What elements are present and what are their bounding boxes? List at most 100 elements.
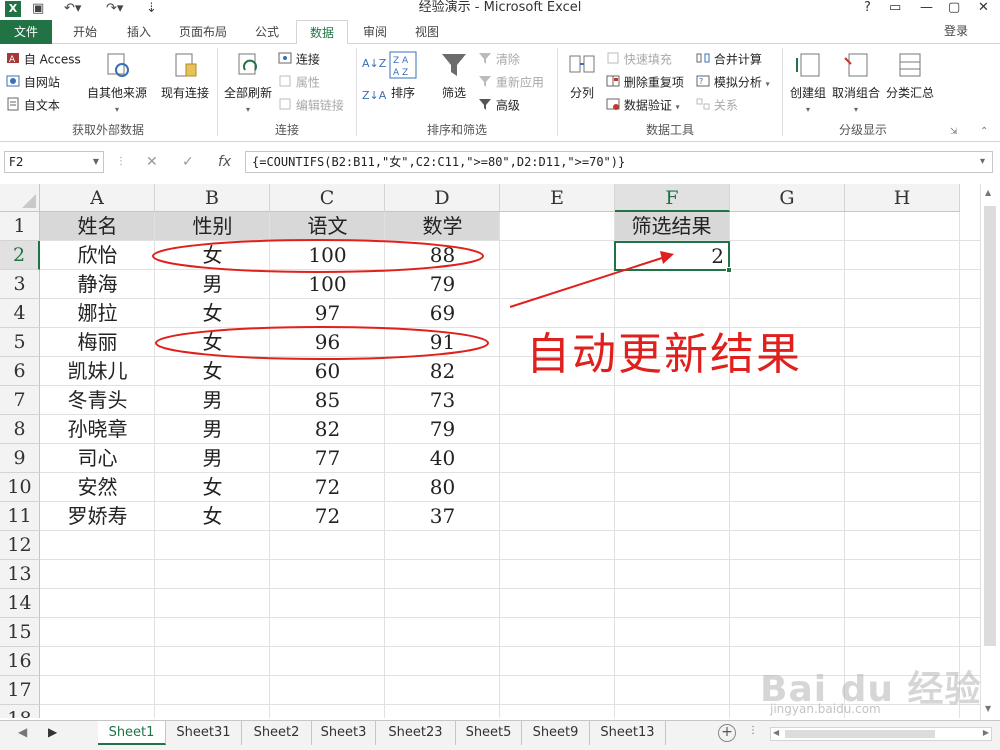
from-text-button[interactable]: 自文本 (6, 97, 60, 115)
active-cell-f2[interactable]: 2 (614, 241, 730, 271)
cell-b10[interactable]: 女 (155, 473, 270, 502)
from-access-button[interactable]: A 自 Access (6, 51, 81, 69)
help-icon[interactable]: ? (864, 0, 871, 16)
cell-b8[interactable]: 男 (155, 415, 270, 444)
formula-input[interactable]: {=COUNTIFS(B2:B11,"女",C2:C11,">=80",D2:D… (245, 151, 993, 173)
column-header-a[interactable]: A (40, 184, 155, 212)
cell-d6[interactable]: 82 (385, 357, 500, 386)
tab-page-layout[interactable]: 页面布局 (168, 20, 238, 44)
outline-settings-icon[interactable]: ⇲ (950, 124, 958, 140)
vertical-scrollbar[interactable]: ▲ ▼ (980, 184, 998, 720)
row-header-18[interactable]: 18 (0, 705, 40, 718)
column-header-f[interactable]: F (615, 184, 730, 212)
column-header-e[interactable]: E (500, 184, 615, 212)
row-header-17[interactable]: 17 (0, 676, 40, 705)
scroll-down-icon[interactable]: ▼ (985, 704, 991, 713)
horizontal-scrollbar[interactable]: ◀ ▶ (770, 727, 992, 741)
cell-a10[interactable]: 安然 (40, 473, 155, 502)
what-if-analysis-button[interactable]: ? 模拟分析 ▾ (696, 74, 770, 93)
cell-c2[interactable]: 100 (270, 241, 385, 270)
scroll-left-icon[interactable]: ◀ (773, 728, 779, 737)
cell-d4[interactable]: 69 (385, 299, 500, 328)
cell-d5[interactable]: 91 (385, 328, 500, 357)
row-header-4[interactable]: 4 (0, 299, 40, 328)
cell-a5[interactable]: 梅丽 (40, 328, 155, 357)
cell-a4[interactable]: 娜拉 (40, 299, 155, 328)
row-header-2[interactable]: 2 (0, 241, 40, 270)
tab-file[interactable]: 文件 (0, 20, 52, 44)
column-header-b[interactable]: B (155, 184, 270, 212)
row-header-14[interactable]: 14 (0, 589, 40, 618)
from-web-button[interactable]: 自网站 (6, 74, 60, 92)
column-header-c[interactable]: C (270, 184, 385, 212)
cell-a8[interactable]: 孙晓章 (40, 415, 155, 444)
cell-c6[interactable]: 60 (270, 357, 385, 386)
cell-b4[interactable]: 女 (155, 299, 270, 328)
row-header-10[interactable]: 10 (0, 473, 40, 502)
cell-c1[interactable]: 语文 (270, 212, 385, 241)
sheet-tab-sheet13[interactable]: Sheet13 (590, 721, 666, 745)
cell-b5[interactable]: 女 (155, 328, 270, 357)
reapply-button[interactable]: 重新应用 (478, 74, 544, 92)
sheet-tab-sheet9[interactable]: Sheet9 (522, 721, 590, 745)
cell-c9[interactable]: 77 (270, 444, 385, 473)
cell-c4[interactable]: 97 (270, 299, 385, 328)
column-header-d[interactable]: D (385, 184, 500, 212)
cell-d2[interactable]: 88 (385, 241, 500, 270)
row-header-11[interactable]: 11 (0, 502, 40, 531)
cell-a3[interactable]: 静海 (40, 270, 155, 299)
name-box[interactable]: F2 ▼ (4, 151, 104, 173)
cell-b2[interactable]: 女 (155, 241, 270, 270)
row-header-3[interactable]: 3 (0, 270, 40, 299)
row-header-9[interactable]: 9 (0, 444, 40, 473)
cell-c3[interactable]: 100 (270, 270, 385, 299)
cell-a11[interactable]: 罗娇寿 (40, 502, 155, 531)
cell-b6[interactable]: 女 (155, 357, 270, 386)
sheet-tab-sheet3[interactable]: Sheet3 (312, 721, 376, 745)
from-other-sources-button[interactable]: 自其他来源 ▾ (86, 50, 148, 115)
existing-connections-button[interactable]: 现有连接 (158, 50, 212, 101)
cell-b11[interactable]: 女 (155, 502, 270, 531)
cell-c10[interactable]: 72 (270, 473, 385, 502)
tab-insert[interactable]: 插入 (114, 20, 164, 44)
sheet-tab-sheet1[interactable]: Sheet1 (98, 721, 166, 745)
cancel-icon[interactable]: ✕ (146, 151, 158, 173)
scroll-up-icon[interactable]: ▲ (985, 188, 991, 197)
row-header-13[interactable]: 13 (0, 560, 40, 589)
data-validation-button[interactable]: 数据验证 ▾ (606, 97, 680, 116)
tab-home[interactable]: 开始 (60, 20, 110, 44)
new-sheet-button[interactable]: + (718, 724, 736, 742)
tab-split-icon[interactable]: ⋮ (748, 725, 758, 736)
edit-links-button[interactable]: 编辑链接 (278, 97, 344, 115)
ribbon-display-icon[interactable]: ▭ (889, 0, 901, 16)
cell-b9[interactable]: 男 (155, 444, 270, 473)
consolidate-button[interactable]: 合并计算 (696, 51, 762, 69)
collapse-ribbon-icon[interactable]: ⌃ (980, 124, 988, 140)
subtotal-button[interactable]: 分类汇总 (884, 50, 936, 101)
cell-d8[interactable]: 79 (385, 415, 500, 444)
column-header-h[interactable]: H (845, 184, 960, 212)
remove-duplicates-button[interactable]: 删除重复项 (606, 74, 684, 92)
worksheet-grid[interactable]: ABCDEFGH 123456789101112131415161718 姓名性… (0, 184, 995, 718)
cell-a9[interactable]: 司心 (40, 444, 155, 473)
cell-a7[interactable]: 冬青头 (40, 386, 155, 415)
advanced-filter-button[interactable]: 高级 (478, 97, 520, 115)
scroll-right-icon[interactable]: ▶ (983, 728, 989, 737)
sheet-prev-icon[interactable]: ◀ (18, 725, 27, 739)
cell-d11[interactable]: 37 (385, 502, 500, 531)
cell-d7[interactable]: 73 (385, 386, 500, 415)
text-to-columns-button[interactable]: 分列 (563, 50, 601, 101)
minimize-icon[interactable]: — (920, 0, 933, 16)
cell-b7[interactable]: 男 (155, 386, 270, 415)
restore-icon[interactable]: ▢ (948, 0, 960, 16)
cell-f1[interactable]: 筛选结果 (614, 212, 729, 241)
chevron-down-icon[interactable]: ▼ (93, 152, 99, 172)
tab-review[interactable]: 审阅 (352, 20, 398, 44)
sheet-tab-sheet23[interactable]: Sheet23 (376, 721, 456, 745)
relationships-button[interactable]: 关系 (696, 97, 738, 115)
row-header-15[interactable]: 15 (0, 618, 40, 647)
sheet-tab-sheet2[interactable]: Sheet2 (242, 721, 312, 745)
row-header-1[interactable]: 1 (0, 212, 40, 241)
filter-button[interactable]: 筛选 (436, 50, 472, 101)
row-header-7[interactable]: 7 (0, 386, 40, 415)
